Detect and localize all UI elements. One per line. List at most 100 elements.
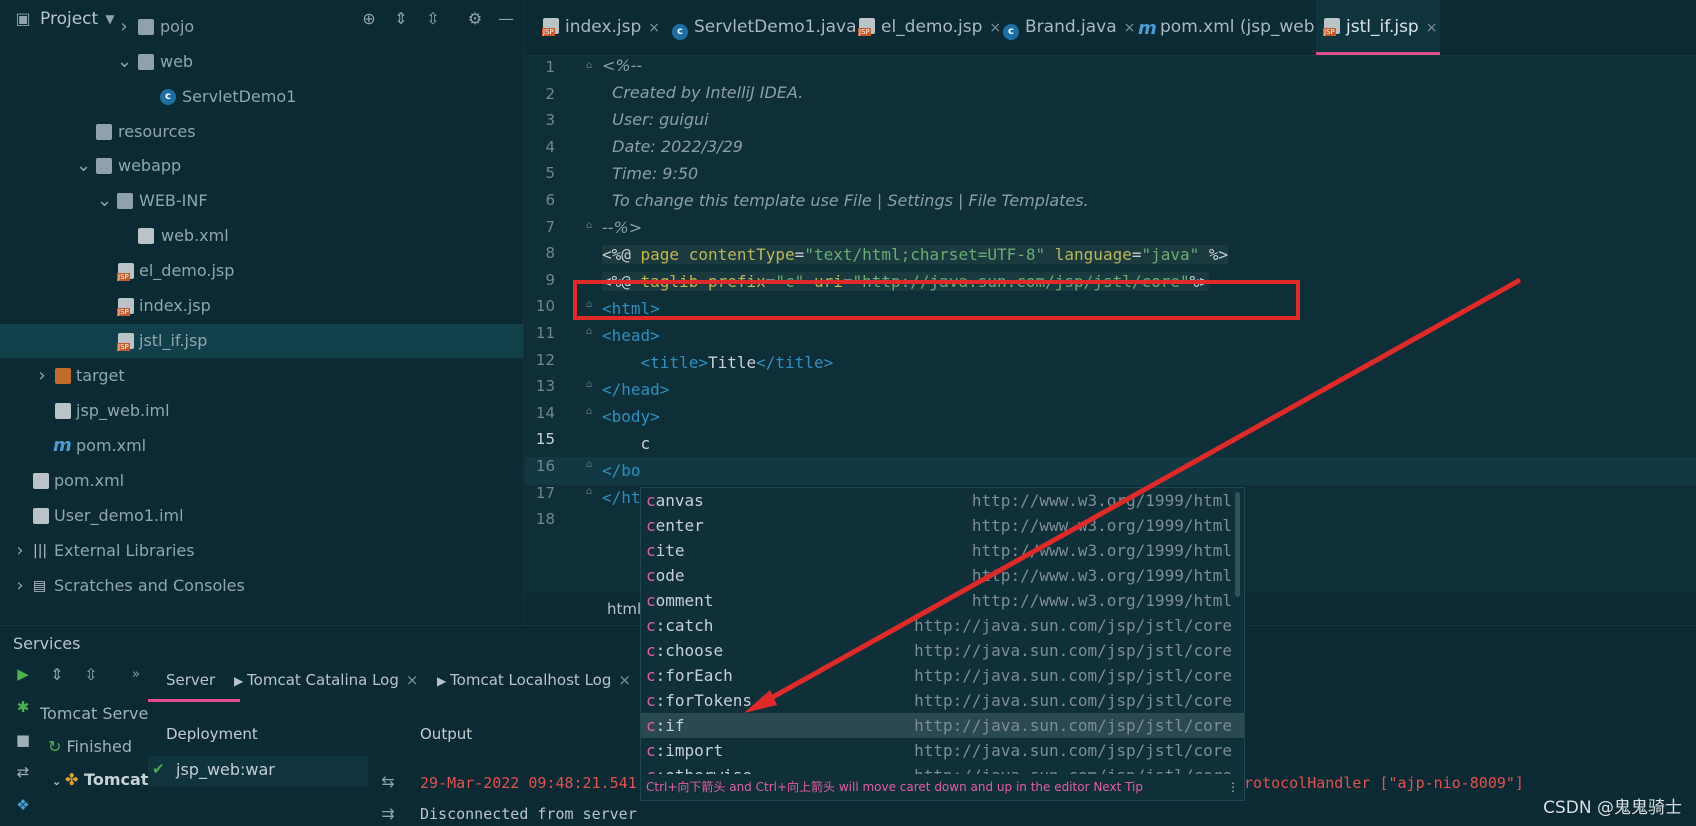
- completion-label: code: [646, 566, 685, 585]
- service-tree-tomcat[interactable]: ⌄ ✤ Tomcat: [52, 770, 148, 789]
- tree-item-pom-xml[interactable]: m pom.xml: [0, 429, 523, 463]
- fold-marker-icon[interactable]: ⌂: [586, 486, 596, 497]
- watermark: CSDN @鬼鬼骑士: [1543, 798, 1682, 818]
- fold-marker-icon[interactable]: ⌂: [586, 220, 596, 231]
- close-icon[interactable]: ×: [618, 671, 631, 689]
- fold-marker-icon[interactable]: ⌂: [586, 459, 596, 470]
- fold-marker-icon[interactable]: ⌂: [586, 60, 596, 71]
- fold-marker-icon[interactable]: ⌂: [586, 379, 596, 390]
- completion-item[interactable]: center http://www.w3.org/1999/html: [641, 513, 1244, 538]
- tree-item-webapp[interactable]: ⌄ webapp: [0, 149, 523, 183]
- more-icon[interactable]: »: [126, 665, 146, 685]
- tree-item-jsp-web-iml[interactable]: jsp_web.iml: [0, 394, 523, 428]
- tab-label: pom.xml (jsp_web): [1160, 17, 1322, 37]
- tab-server[interactable]: Server: [148, 658, 240, 702]
- close-icon[interactable]: ×: [648, 20, 660, 36]
- tree-item-label: web.xml: [161, 226, 229, 245]
- tab-pom-xml-jsp-web-[interactable]: mpom.xml (jsp_web)×: [1130, 0, 1340, 55]
- breadcrumb-item[interactable]: html: [607, 600, 641, 618]
- completion-item[interactable]: cite http://www.w3.org/1999/html: [641, 538, 1244, 563]
- tree-item-resources[interactable]: resources: [0, 115, 523, 149]
- collapse-all-icon[interactable]: ⇳: [81, 665, 101, 685]
- service-tree-server[interactable]: Tomcat Serve: [40, 704, 148, 723]
- tree-item-web-xml[interactable]: web.xml: [0, 219, 523, 253]
- completion-item[interactable]: c:import http://java.sun.com/jsp/jstl/cor…: [641, 738, 1244, 763]
- code-line-8: <%@ page contentType="text/html;charset=…: [602, 245, 1229, 264]
- stop-icon[interactable]: ■: [14, 731, 32, 749]
- deployment-item[interactable]: ✔ jsp_web:war: [148, 756, 368, 786]
- tip-text[interactable]: Ctrl+向下箭头 and Ctrl+向上箭头 will move caret …: [646, 774, 1143, 800]
- tree-item-external-libraries[interactable]: › ||| External Libraries: [0, 534, 523, 568]
- maven-icon: m: [1138, 18, 1157, 39]
- tree-item-label: jstl_if.jsp: [139, 331, 208, 350]
- run-icon[interactable]: ▶: [14, 665, 32, 683]
- service-tree-finished[interactable]: ↻ Finished: [48, 737, 132, 756]
- line-number: 16: [535, 457, 555, 475]
- completion-scrollbar[interactable]: [1235, 492, 1240, 597]
- tree-item-jstl-if-jsp[interactable]: jstl_if.jsp: [0, 324, 523, 358]
- tab-brand-java[interactable]: c Brand.java ×: [995, 0, 1135, 55]
- tree-item-pojo[interactable]: › pojo: [0, 10, 523, 44]
- fold-marker-icon[interactable]: ⌂: [586, 406, 596, 417]
- xml-file-icon: [33, 473, 49, 489]
- jsp-file-icon: [117, 298, 134, 316]
- tree-item-index-jsp[interactable]: index.jsp: [0, 289, 523, 323]
- code-line-4: Date: 2022/3/29: [602, 137, 743, 156]
- tab-index-jsp[interactable]: index.jsp ×: [535, 0, 660, 55]
- completion-namespace: http://java.sun.com/jsp/jstl/core: [914, 616, 1232, 635]
- tree-item-label: el_demo.jsp: [139, 261, 235, 280]
- tree-item-el-demo-jsp[interactable]: el_demo.jsp: [0, 254, 523, 288]
- code-token: Title: [707, 353, 757, 372]
- fold-marker-icon[interactable]: ⌂: [586, 326, 596, 337]
- completion-item[interactable]: comment http://www.w3.org/1999/html: [641, 588, 1244, 613]
- completion-item[interactable]: c:if http://java.sun.com/jsp/jstl/core: [641, 713, 1244, 738]
- tab-servletdemo1-java[interactable]: cServletDemo1.java×: [664, 0, 875, 55]
- tree-item-target[interactable]: › target: [0, 359, 523, 393]
- code-text: User: guigui: [602, 110, 709, 129]
- completion-item[interactable]: code http://www.w3.org/1999/html: [641, 563, 1244, 588]
- chevron-down-icon[interactable]: ⌄: [117, 45, 132, 79]
- tree-item-label: pom.xml: [76, 436, 147, 455]
- debug-icon[interactable]: ✱: [14, 698, 32, 716]
- chevron-right-icon[interactable]: ›: [13, 534, 27, 568]
- tree-item-web[interactable]: ⌄ web: [0, 45, 523, 79]
- completion-match: c: [646, 641, 656, 660]
- more-options-icon[interactable]: ⋮: [1227, 774, 1239, 800]
- completion-label: c:catch: [646, 616, 714, 635]
- close-icon[interactable]: ×: [1426, 20, 1438, 36]
- tab-jstl-if-jsp[interactable]: jstl_if.jsp ×: [1316, 0, 1440, 55]
- expand-all-icon[interactable]: ⇕: [47, 665, 67, 685]
- jsp-file-icon: [117, 333, 134, 351]
- undeploy-icon[interactable]: ⇉: [378, 804, 398, 824]
- tree-item-servletdemo1[interactable]: c ServletDemo1: [0, 80, 523, 114]
- service-icon[interactable]: ❖: [14, 796, 32, 814]
- tree-item-pom-xml[interactable]: pom.xml: [0, 464, 523, 498]
- redeploy-icon[interactable]: ⇆: [378, 772, 398, 792]
- tree-item-label: jsp_web.iml: [76, 401, 170, 420]
- chevron-right-icon[interactable]: ›: [117, 10, 131, 44]
- completion-item[interactable]: c:choose http://java.sun.com/jsp/jstl/cor…: [641, 638, 1244, 663]
- deploy-icon[interactable]: ⇄: [14, 763, 32, 781]
- chevron-down-icon[interactable]: ⌄: [76, 149, 91, 183]
- completion-item[interactable]: canvas http://www.w3.org/1999/html: [641, 488, 1244, 513]
- chevron-right-icon[interactable]: ›: [35, 359, 49, 393]
- tree-item-web-inf[interactable]: ⌄ WEB-INF: [0, 184, 523, 218]
- line-number: 3: [545, 111, 555, 130]
- tree-item-label: User_demo1.iml: [54, 506, 184, 525]
- completion-item[interactable]: c:catch http://java.sun.com/jsp/jstl/core: [641, 613, 1244, 638]
- chevron-right-icon[interactable]: ›: [13, 569, 27, 603]
- tab-tomcat-catalina-log[interactable]: ▶ Tomcat Catalina Log ×: [234, 658, 425, 702]
- close-icon[interactable]: ×: [406, 671, 419, 689]
- tab-el-demo-jsp[interactable]: el_demo.jsp×: [851, 0, 1001, 55]
- completion-label: c:if: [646, 716, 685, 735]
- tree-item-user-demo1-iml[interactable]: User_demo1.iml: [0, 499, 523, 533]
- completion-item[interactable]: c:forTokens http://java.sun.com/jsp/jstl/…: [641, 688, 1244, 713]
- line-number: 7: [545, 217, 555, 236]
- chevron-down-icon[interactable]: ⌄: [97, 184, 112, 218]
- tree-item-label: Scratches and Consoles: [54, 576, 245, 595]
- code-text: c: [602, 434, 651, 453]
- completion-label: cite: [646, 541, 685, 560]
- completion-item[interactable]: c:forEach http://java.sun.com/jsp/jstl/co…: [641, 663, 1244, 688]
- tab-tomcat-localhost-log[interactable]: ▶ Tomcat Localhost Log ×: [437, 658, 631, 702]
- tree-item-scratches-and-consoles[interactable]: › ▤ Scratches and Consoles: [0, 569, 523, 603]
